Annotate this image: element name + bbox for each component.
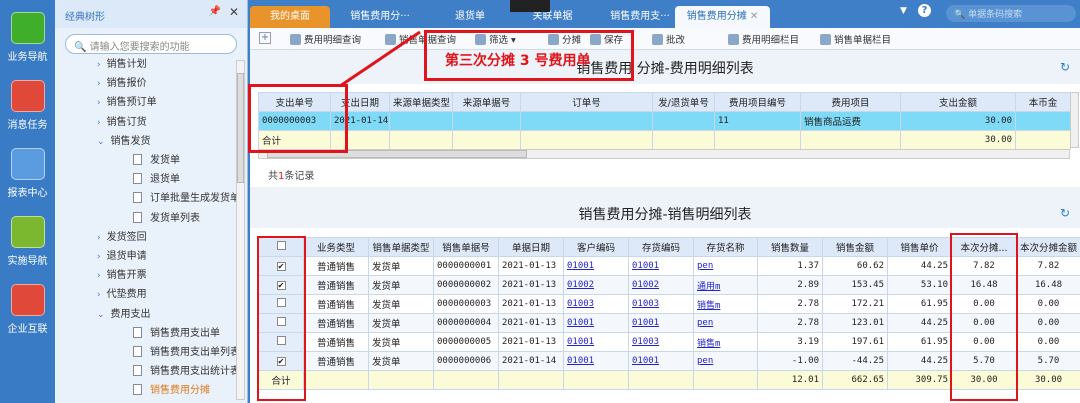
annotation-box-allocation: [950, 233, 1018, 401]
annotation-text: 第三次分摊 3 号费用单: [445, 53, 591, 69]
annotation-box-checkboxes: [257, 236, 306, 401]
